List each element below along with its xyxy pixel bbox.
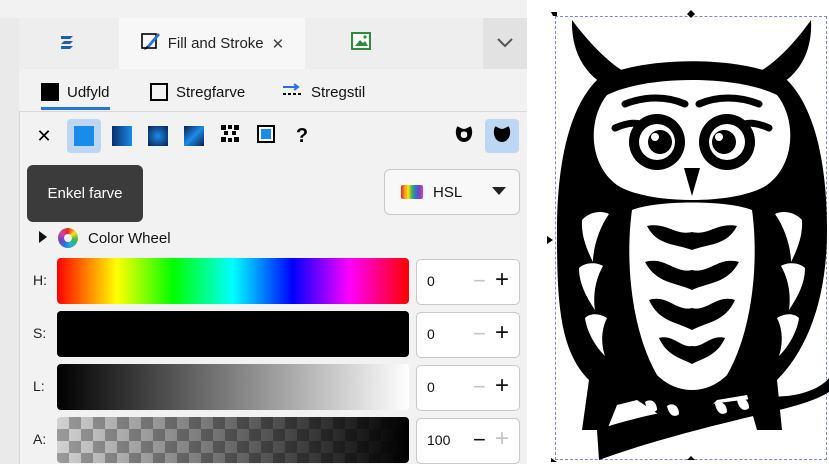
lightness-increment-button[interactable]: +	[495, 372, 509, 400]
tab-objects[interactable]	[19, 18, 115, 69]
unset-paint-icon: ?	[295, 124, 309, 147]
no-paint-icon: ✕	[36, 125, 52, 146]
fill-rule-nonzero-icon	[491, 123, 513, 150]
dock-tab-bar: Fill and Stroke ✕	[19, 18, 527, 71]
fill-stroke-subtabs: Udfyld Stregfarve Stregstil	[19, 69, 527, 112]
pattern-icon	[219, 123, 241, 150]
linear-gradient-icon	[112, 126, 132, 146]
layers-icon	[56, 30, 78, 57]
hue-value: 0	[427, 273, 435, 289]
alpha-spinbox[interactable]: 100 − +	[416, 418, 520, 464]
tab-label: Fill and Stroke	[167, 35, 264, 52]
tab-stroke-paint[interactable]: Stregfarve	[150, 77, 245, 107]
lightness-decrement-button[interactable]: −	[473, 374, 486, 400]
fill-rule-nonzero-button[interactable]	[485, 119, 519, 153]
flat-color-icon	[74, 126, 94, 146]
flat-color-button[interactable]	[67, 119, 101, 153]
saturation-spinbox[interactable]: 0 − +	[416, 312, 520, 358]
fill-rule-evenodd-button[interactable]	[447, 119, 481, 153]
tooltip: Enkel farve	[27, 165, 143, 222]
lightness-value: 0	[427, 379, 435, 395]
alpha-increment-button[interactable]: +	[495, 425, 509, 453]
close-icon[interactable]: ✕	[272, 35, 285, 53]
tab-fill-label: Udfyld	[67, 83, 110, 101]
alpha-label: A:	[33, 431, 47, 447]
chevron-down-icon	[492, 183, 507, 201]
radial-gradient-button[interactable]	[141, 119, 175, 153]
image-icon	[350, 31, 372, 56]
color-wheel-label: Color Wheel	[88, 229, 171, 247]
unset-paint-button[interactable]: ?	[285, 119, 319, 153]
lightness-slider[interactable]	[57, 364, 409, 410]
lightness-spinbox[interactable]: 0 − +	[416, 365, 520, 411]
stroke-style-icon	[281, 82, 303, 102]
mesh-gradient-button[interactable]	[177, 119, 211, 153]
saturation-label: S:	[33, 325, 47, 341]
fill-stroke-icon	[140, 30, 162, 57]
swatch-icon	[255, 123, 277, 150]
mesh-gradient-icon	[184, 126, 204, 146]
linear-gradient-button[interactable]	[105, 119, 139, 153]
tab-stroke-style[interactable]: Stregstil	[281, 77, 365, 107]
color-wheel-expander[interactable]: Color Wheel	[38, 226, 171, 250]
saturation-value: 0	[427, 326, 435, 342]
no-paint-button[interactable]: ✕	[27, 119, 61, 153]
tab-stroke-style-label: Stregstil	[311, 83, 366, 101]
hue-spinbox[interactable]: 0 − +	[416, 259, 520, 305]
hue-label: H:	[33, 272, 47, 288]
tab-fill[interactable]: Udfyld	[41, 77, 110, 110]
fill-stroke-panel: Fill and Stroke ✕ Udfyld Stregfarve Stre…	[0, 0, 527, 464]
color-wheel-icon	[58, 228, 78, 248]
stroke-swatch-icon	[150, 83, 168, 101]
hue-increment-button[interactable]: +	[495, 266, 509, 294]
swatch-button[interactable]	[249, 119, 283, 153]
tabs-menu-button[interactable]	[483, 18, 527, 69]
color-mode-label: HSL	[433, 183, 463, 201]
alpha-slider[interactable]	[57, 417, 409, 463]
fill-rule-evenodd-icon	[453, 123, 475, 150]
tab-fill-and-stroke[interactable]: Fill and Stroke ✕	[119, 18, 305, 71]
fill-swatch-icon	[41, 83, 59, 101]
expander-arrow-icon	[38, 230, 48, 247]
radial-gradient-icon	[148, 126, 168, 146]
saturation-slider[interactable]	[57, 311, 409, 357]
chevron-down-icon	[497, 35, 513, 53]
tab-stroke-paint-label: Stregfarve	[176, 83, 246, 101]
tab-image[interactable]	[319, 18, 403, 69]
owl-illustration[interactable]	[527, 0, 829, 464]
pattern-button[interactable]	[213, 119, 247, 153]
alpha-value: 100	[427, 432, 451, 448]
alpha-decrement-button[interactable]: −	[473, 427, 486, 453]
lightness-label: L:	[33, 378, 45, 394]
hue-decrement-button[interactable]: −	[473, 268, 486, 294]
panel-left-strip	[0, 18, 20, 464]
color-mode-icon	[401, 185, 423, 199]
color-mode-dropdown[interactable]: HSL	[384, 169, 520, 215]
hue-slider[interactable]	[57, 258, 409, 304]
saturation-increment-button[interactable]: +	[495, 319, 509, 347]
paint-type-row: ✕ ?	[19, 113, 527, 157]
saturation-decrement-button[interactable]: −	[473, 321, 486, 347]
